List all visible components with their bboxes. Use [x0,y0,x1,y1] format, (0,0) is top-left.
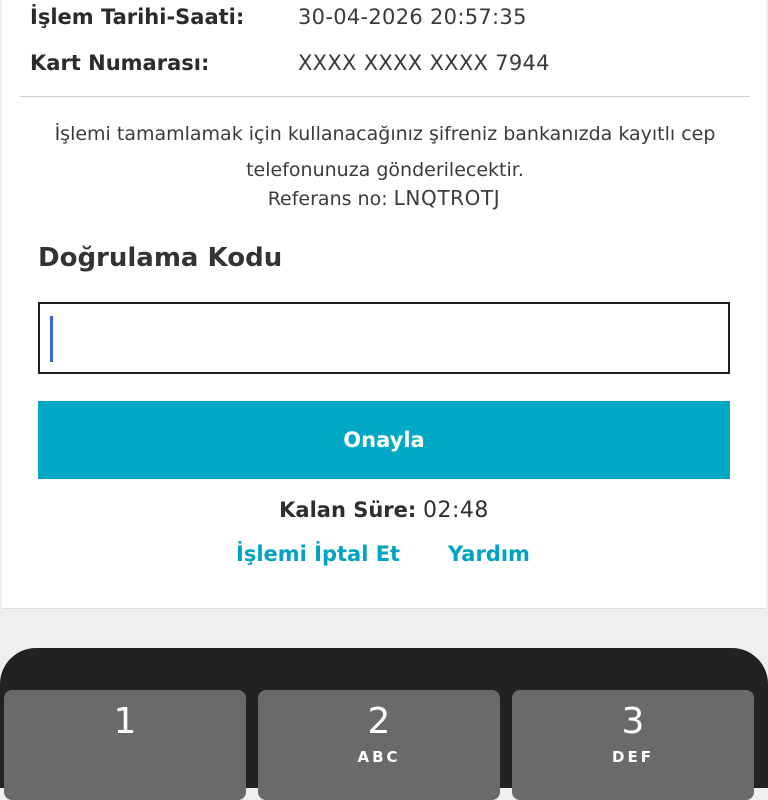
cancel-transaction-link[interactable]: İşlemi İptal Et [236,542,400,566]
keypad-key-number: 1 [113,701,137,742]
action-links: İşlemi İptal Et Yardım [236,542,556,572]
sms-info-line-2: telefonunuza gönderilecektir. [246,159,524,181]
card-number-label: Kart Numarası: [30,51,210,75]
keypad-key-number: 2 [367,701,391,742]
card-number-value: XXXX XXXX XXXX 7944 [298,51,550,75]
reference-label: Referans no: [267,188,388,210]
verification-code-input[interactable] [38,302,730,374]
keypad-key-number: 3 [621,701,645,742]
remaining-time-value: 02:48 [422,498,489,523]
help-link[interactable]: Yardım [448,542,530,566]
numeric-keypad: 1 2 ABC 3 DEF [0,648,768,800]
verification-code-title: Doğrulama Kodu [38,243,283,273]
sms-info-line-1: İşlemi tamamlamak için kullanacağınız şi… [54,123,716,145]
remaining-time-label: Kalan Süre: [279,498,417,522]
keypad-key-1[interactable]: 1 [4,690,246,800]
divider [20,96,750,97]
keypad-key-3[interactable]: 3 DEF [512,690,754,800]
keypad-key-letters: DEF [612,748,654,766]
confirm-button[interactable]: Onayla [38,401,730,479]
transaction-date-label: İşlem Tarihi-Saati: [30,5,245,29]
keypad-key-letters: ABC [357,748,401,766]
sms-info-text: İşlemi tamamlamak için kullanacağınız şi… [30,116,740,188]
reference-number: Referans no: LNQTROTJ [0,186,768,210]
reference-value: LNQTROTJ [393,186,501,210]
transaction-date-value: 30-04-2026 20:57:35 [298,5,527,29]
remaining-time: Kalan Süre: 02:48 [0,498,768,523]
keypad-key-2[interactable]: 2 ABC [258,690,500,800]
text-caret [50,316,53,362]
